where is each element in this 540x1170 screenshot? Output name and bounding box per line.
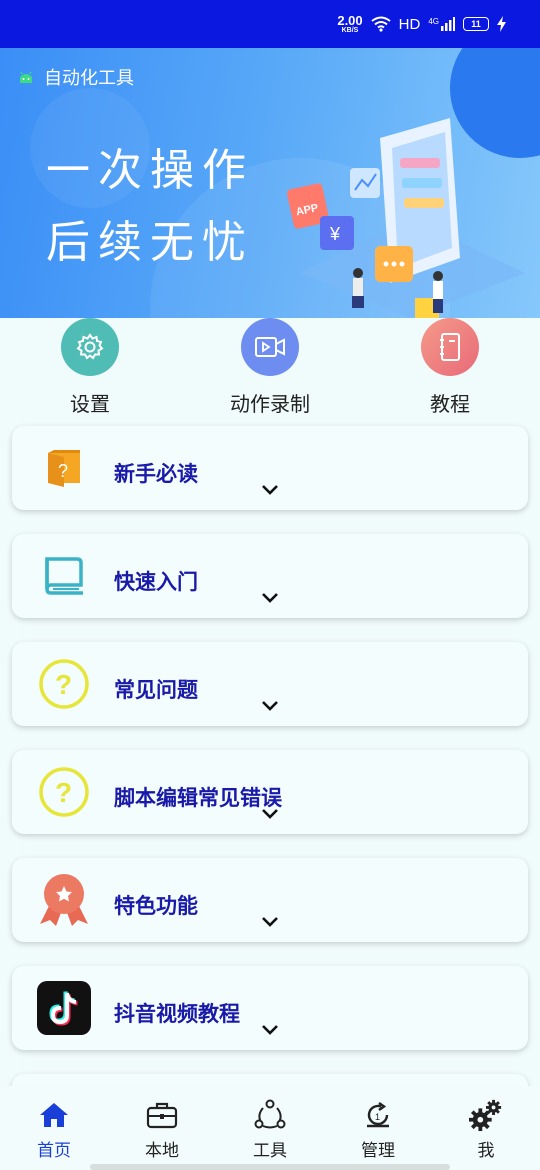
open-book-icon [36,548,92,604]
chevron-down-icon[interactable] [260,808,280,820]
signal-bars-icon [441,17,455,31]
card-beginner-guide[interactable]: ? 新手必读 [12,426,528,510]
card-script-errors[interactable]: ? 脚本编辑常见错误 [12,750,528,834]
chevron-down-icon[interactable] [260,1024,280,1036]
briefcase-icon [145,1098,179,1132]
card-title: 特色功能 [114,894,198,918]
android-icon [20,71,32,83]
nav-item-tools[interactable]: 工具 [216,1086,324,1170]
chevron-down-icon[interactable] [260,916,280,928]
banner-illustration: APP ¥ [286,118,525,318]
quick-action-tutorial[interactable]: 教程 [390,318,510,417]
nav-label: 本地 [145,1141,179,1161]
svg-text:1: 1 [375,1112,380,1122]
home-icon [37,1098,71,1132]
app-title-row: 自动化工具 [18,64,134,90]
chevron-down-icon[interactable] [260,484,280,496]
chevron-down-icon[interactable] [260,592,280,604]
refresh-icon: 1 [361,1098,395,1132]
network-speed-value: 2.00 [337,13,363,28]
quick-action-settings[interactable]: 设置 [30,318,150,417]
home-indicator [90,1164,450,1170]
signal-label: 4G [428,17,439,26]
tiktok-icon [36,980,92,1036]
card-douyin-tutorial[interactable]: 抖音视频教程 [12,966,528,1050]
nav-item-me[interactable]: 我 [432,1086,540,1170]
nav-item-local[interactable]: 本地 [108,1086,216,1170]
slogan-line-2: 后续无忧 [46,217,254,268]
network-speed: 2.00 KB/S [337,14,362,34]
network-type-label: HD [398,15,421,33]
nav-label: 我 [477,1141,495,1161]
badge-star-icon [36,872,92,928]
network-speed-unit: KB/S [341,27,359,34]
svg-text:?: ? [55,777,72,808]
question-circle-icon: ? [36,764,92,820]
nav-label: 工具 [253,1141,287,1161]
gear-icon [61,318,119,376]
nav-label: 管理 [361,1141,395,1161]
battery-level: 11 [463,17,489,31]
quick-action-label: 设置 [70,392,110,416]
svg-text:?: ? [55,669,72,700]
svg-text:?: ? [58,461,68,481]
card-title: 常见问题 [114,678,198,702]
quick-actions: 设置 动作录制 教程 [0,318,540,418]
quick-action-record[interactable]: 动作录制 [210,318,330,417]
share-nodes-icon [253,1098,287,1132]
book-question-icon: ? [36,440,92,496]
wifi-icon [371,16,391,32]
app-title: 自动化工具 [44,68,134,89]
signal-strength: 4G [428,17,455,31]
card-quick-start[interactable]: 快速入门 [12,534,528,618]
charging-icon [497,16,506,32]
quick-action-label: 教程 [430,392,470,416]
nav-label: 首页 [37,1141,71,1161]
video-record-icon [241,318,299,376]
card-title: 快速入门 [114,570,198,594]
card-title: 新手必读 [114,462,198,486]
quick-action-label: 动作录制 [230,392,310,416]
gears-icon [469,1098,503,1132]
card-faq[interactable]: ? 常见问题 [12,642,528,726]
bottom-nav: 首页 本地 工具 1 管理 我 [0,1086,540,1170]
slogan-line-1: 一次操作 [46,145,254,196]
notebook-icon [421,318,479,376]
illus-currency: ¥ [329,224,341,244]
nav-item-manage[interactable]: 1 管理 [324,1086,432,1170]
status-bar: 2.00 KB/S HD 4G 11 [0,0,540,48]
hero-banner[interactable]: 自动化工具 一次操作 后续无忧 APP ¥ [0,48,540,318]
chevron-down-icon[interactable] [260,700,280,712]
card-title: 抖音视频教程 [114,1002,240,1026]
card-features[interactable]: 特色功能 [12,858,528,942]
card-title: 脚本编辑常见错误 [114,786,282,810]
question-circle-icon: ? [36,656,92,712]
nav-item-home[interactable]: 首页 [0,1086,108,1170]
